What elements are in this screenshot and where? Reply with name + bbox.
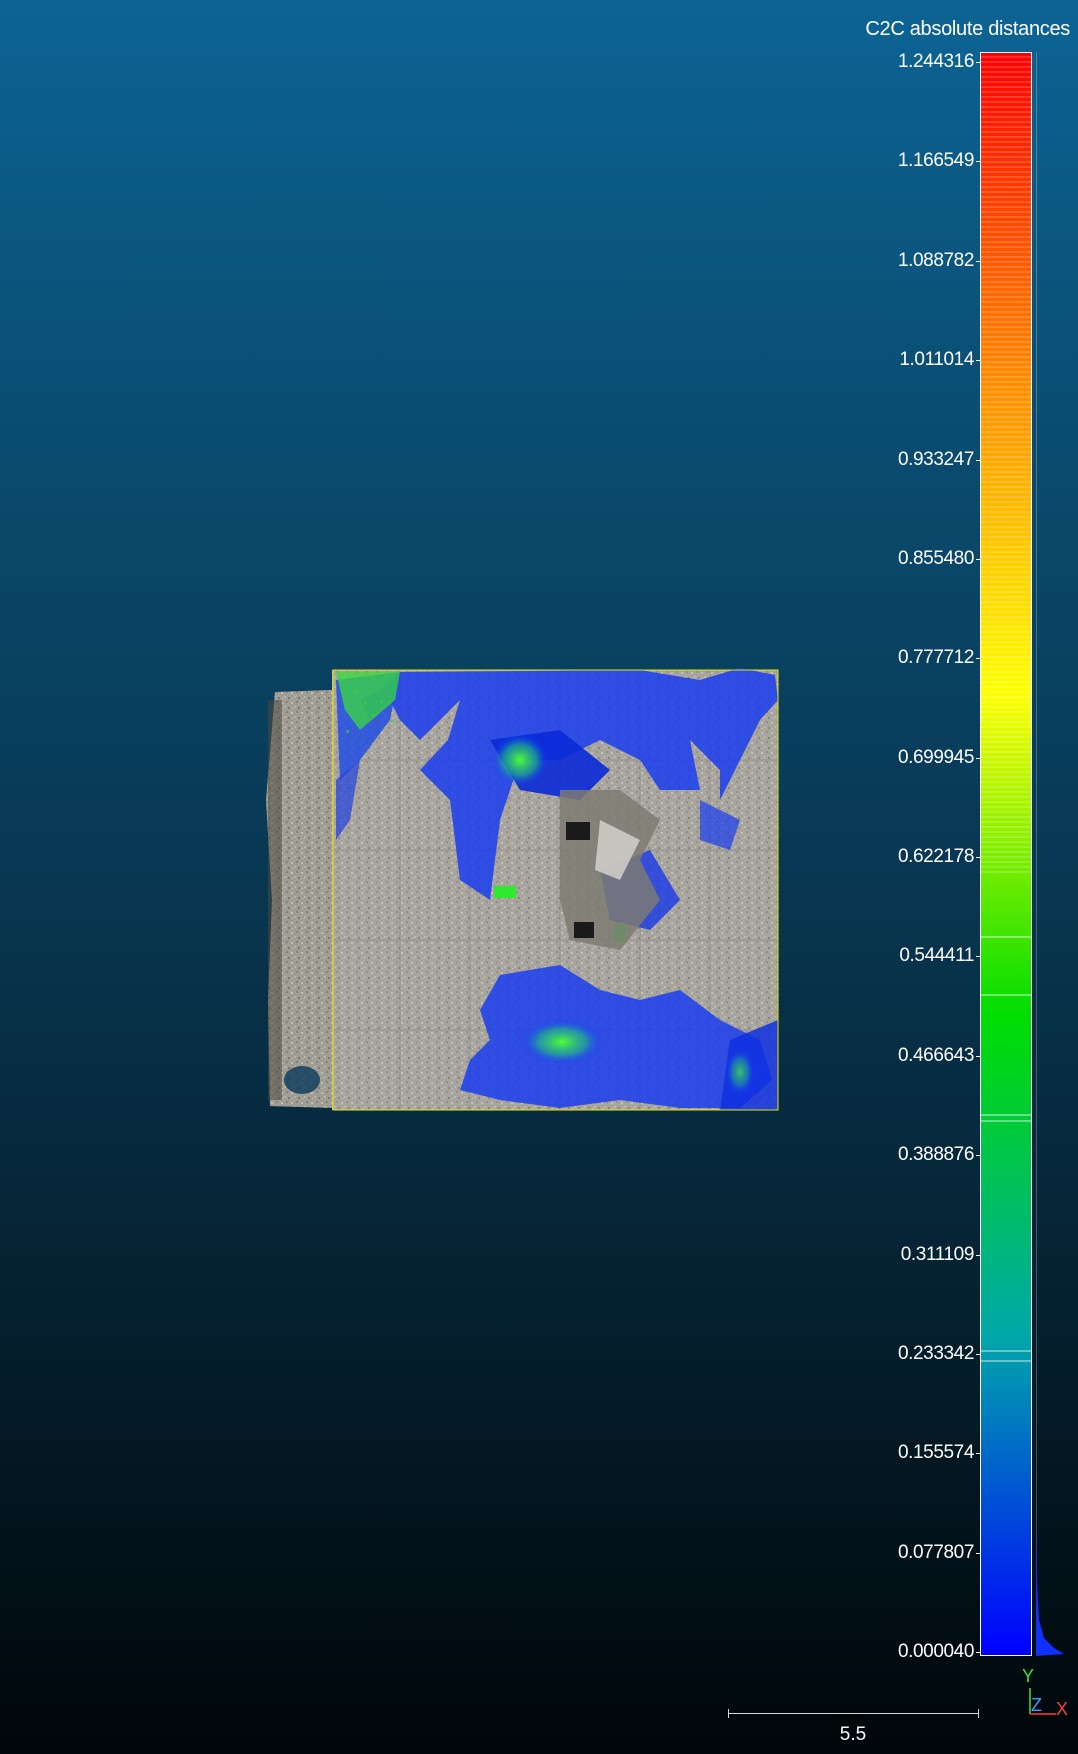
scalar-bar-tick-label: 0.855480 bbox=[897, 547, 974, 569]
scalar-bar-tick-label: 1.244316 bbox=[897, 51, 974, 72]
scalar-bar-tick-label: 1.166549 bbox=[897, 150, 974, 172]
z-axis-label: Z bbox=[1031, 1695, 1042, 1715]
y-axis-label: Y bbox=[1022, 1666, 1035, 1686]
3d-viewport[interactable]: C2C absolute distances 1.244316 1.166549 1… bbox=[0, 0, 1078, 1754]
scalar-bar-tick-label: 0.544411 bbox=[899, 945, 974, 967]
scale-bar-right-end bbox=[978, 1709, 979, 1718]
scalar-bar-tick-label: 0.077807 bbox=[897, 1541, 974, 1563]
scale-bar-left-end bbox=[728, 1709, 729, 1718]
histogram-axis bbox=[1036, 52, 1037, 1656]
scalar-bar-tick-label: 0.777712 bbox=[897, 647, 974, 669]
scale-bar bbox=[728, 1713, 978, 1714]
distance-histogram bbox=[1036, 1520, 1064, 1656]
scalar-bar-tick-label: 0.000040 bbox=[897, 1641, 974, 1662]
scalar-bar-gradient bbox=[980, 52, 1032, 1656]
scalar-bar-tick-label: 0.233342 bbox=[897, 1342, 974, 1364]
scalar-bar-tick-label: 0.699945 bbox=[897, 746, 974, 768]
x-axis-label: X bbox=[1056, 1699, 1069, 1719]
scalar-bar-tick-label: 1.011014 bbox=[899, 349, 974, 371]
scalar-bar-tick-label: 0.466643 bbox=[897, 1044, 974, 1066]
scale-bar-label: 5.5 bbox=[839, 1724, 867, 1745]
scalar-bar-tick-label: 0.311109 bbox=[900, 1243, 975, 1265]
scalar-bar-tick-label: 0.622178 bbox=[897, 846, 974, 867]
scalar-bar-tick-label: 0.933247 bbox=[897, 448, 974, 470]
scalar-bar-tick-label: 0.155574 bbox=[897, 1442, 974, 1464]
cloud-left-section bbox=[266, 690, 332, 1108]
cloud-main-section bbox=[332, 668, 778, 1110]
scalar-bar-title: C2C absolute distances bbox=[865, 18, 1070, 40]
scalar-bar-tick-label: 1.088782 bbox=[897, 249, 974, 271]
scalar-bar-tick-label: 0.388876 bbox=[897, 1144, 974, 1166]
